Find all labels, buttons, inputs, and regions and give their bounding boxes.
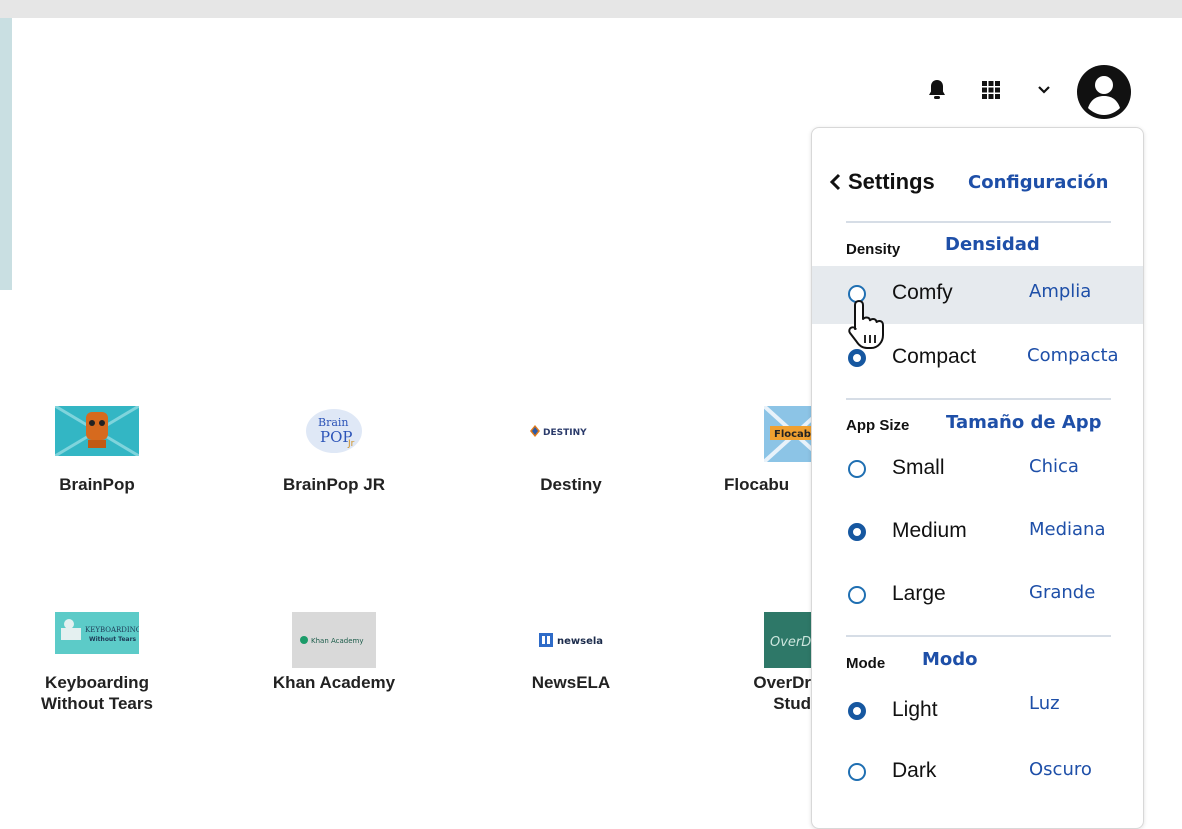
option-translation: Luz <box>1029 693 1060 714</box>
app-tile-overdrive[interactable]: OverD OverDr Stud <box>730 612 811 714</box>
settings-panel: Settings Configuración Density Densidad … <box>811 127 1144 829</box>
app-name: Khan Academy <box>272 673 396 692</box>
mode-option-dark[interactable]: Dark Oscuro <box>812 744 1143 802</box>
density-label-translation: Densidad <box>945 234 1040 255</box>
app-size-label-translation: Tamaño de App <box>946 412 1102 433</box>
density-option-comfy[interactable]: Comfy Amplia <box>812 266 1143 324</box>
app-tile-destiny[interactable]: DESTINY Destiny <box>486 406 656 495</box>
app-size-option-medium[interactable]: Medium Mediana <box>812 504 1143 562</box>
app-tile-brainpop-jr[interactable]: Brain POP Jr BrainPop JR <box>249 406 419 495</box>
brainpop-logo <box>54 404 140 458</box>
option-label: Dark <box>892 759 937 782</box>
newsela-logo: newsela <box>529 612 613 668</box>
svg-text:OverD: OverD <box>770 635 811 650</box>
app-name: NewsELA <box>531 673 611 692</box>
option-translation: Grande <box>1029 582 1096 603</box>
radio-light[interactable] <box>848 702 866 720</box>
density-option-compact[interactable]: Compact Compacta <box>812 330 1143 388</box>
app-tile-newsela[interactable]: newsela NewsELA <box>486 612 656 693</box>
app-name: BrainPop JR <box>282 475 386 494</box>
app-name: Keyboarding Without Tears <box>41 673 153 713</box>
settings-back-button[interactable]: Settings <box>828 169 935 195</box>
destiny-logo-text: DESTINY <box>543 428 587 438</box>
svg-text:Without Tears: Without Tears <box>89 636 137 643</box>
svg-text:Jr: Jr <box>347 439 355 449</box>
divider <box>846 221 1111 223</box>
option-label: Large <box>892 582 946 605</box>
app-size-option-small[interactable]: Small Chica <box>812 441 1143 499</box>
radio-large[interactable] <box>848 586 866 604</box>
option-translation: Mediana <box>1029 519 1106 540</box>
radio-comfy[interactable] <box>848 285 866 303</box>
grid-icon[interactable] <box>979 78 1003 102</box>
density-label: Density <box>846 241 901 258</box>
app-name: OverDr Stud <box>753 673 811 713</box>
khan-academy-logo: Khan Academy <box>292 612 376 668</box>
option-translation: Chica <box>1029 456 1079 477</box>
radio-dark[interactable] <box>848 763 866 781</box>
app-tile-khan-academy[interactable]: Khan Academy Khan Academy <box>249 612 419 693</box>
option-label: Comfy <box>892 281 953 304</box>
svg-text:KEYBOARDING: KEYBOARDING <box>85 626 139 634</box>
option-label: Compact <box>892 345 977 368</box>
settings-title-translation: Configuración <box>968 172 1109 193</box>
radio-compact[interactable] <box>848 349 866 367</box>
option-label: Small <box>892 456 945 479</box>
svg-text:newsela: newsela <box>557 636 603 647</box>
chevron-down-icon[interactable] <box>1033 80 1055 100</box>
app-name: Destiny <box>540 475 602 494</box>
settings-title: Settings <box>848 169 935 194</box>
app-size-option-large[interactable]: Large Grande <box>812 567 1143 625</box>
top-bar <box>0 0 1182 18</box>
brainpop-jr-logo: Brain POP Jr <box>304 406 364 456</box>
app-name: BrainPop <box>59 475 135 494</box>
app-tile-keyboarding-without-tears[interactable]: KEYBOARDING Without Tears Keyboarding Wi… <box>12 612 182 714</box>
option-translation: Amplia <box>1029 281 1092 302</box>
app-size-label: App Size <box>846 417 910 434</box>
option-translation: Oscuro <box>1029 759 1092 780</box>
flocabulary-logo: Flocab <box>762 406 811 464</box>
mode-option-light[interactable]: Light Luz <box>812 683 1143 741</box>
mode-label-translation: Modo <box>922 649 978 670</box>
mode-label: Mode <box>846 655 886 672</box>
option-label: Medium <box>892 519 967 542</box>
svg-text:Khan Academy: Khan Academy <box>311 637 364 645</box>
keyboarding-logo: KEYBOARDING Without Tears <box>55 612 142 654</box>
divider <box>846 398 1111 400</box>
svg-text:Flocab: Flocab <box>774 429 811 440</box>
radio-small[interactable] <box>848 460 866 478</box>
left-side-strip <box>0 18 12 290</box>
destiny-logo: DESTINY <box>529 406 613 456</box>
bell-icon[interactable] <box>926 78 948 102</box>
option-translation: Compacta <box>1027 345 1119 366</box>
divider <box>846 635 1111 637</box>
radio-medium[interactable] <box>848 523 866 541</box>
app-tile-flocabulary[interactable]: Flocab Flocabu <box>724 406 811 495</box>
app-tile-brainpop[interactable]: BrainPop <box>12 404 182 495</box>
overdrive-logo: OverD <box>764 612 811 668</box>
app-name: Flocabu <box>724 475 790 494</box>
option-label: Light <box>892 698 938 721</box>
chevron-left-icon <box>829 173 841 191</box>
user-circle-icon[interactable] <box>1076 64 1132 120</box>
